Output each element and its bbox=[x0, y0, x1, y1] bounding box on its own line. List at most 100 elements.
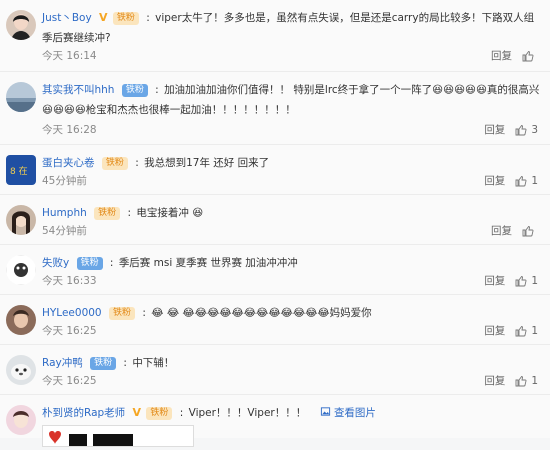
thumb-up-icon bbox=[515, 124, 527, 135]
like-button[interactable]: 1 bbox=[515, 275, 538, 287]
comment-item: Ray冲鸭 铁粉 : 中下辅！ 今天 16:25 回复 1 bbox=[0, 345, 550, 395]
comment-item: HYLee0000 铁粉 : 😂 😂 😂😂😂😂😂😂😂😂😂😂😂😂妈妈爱你 今天 1… bbox=[0, 295, 550, 345]
reply-button[interactable]: 回复 bbox=[484, 323, 505, 338]
comment-text-line: 其实我不叫hhh 铁粉 : 加油加油加油你们值得！！ 特别是lrc终于拿了一个一… bbox=[42, 80, 542, 120]
username-link[interactable]: Humphh bbox=[42, 207, 87, 219]
like-button[interactable] bbox=[522, 50, 538, 62]
comment-time: 今天 16:14 bbox=[42, 50, 97, 62]
comment-text-line: 失败y 铁粉 : 季后赛 msi 夏季赛 世界赛 加油冲冲冲 bbox=[42, 253, 542, 273]
verified-badge-icon: V bbox=[99, 11, 108, 24]
reply-button[interactable]: 回复 bbox=[484, 122, 505, 137]
comment-text-line: Just丶Boy V 铁粉 : viper太牛了！多多也是，虽然有点失误，但是还… bbox=[42, 8, 542, 48]
comment-text: 电宝接着冲 bbox=[136, 207, 189, 219]
like-count: 1 bbox=[531, 324, 538, 337]
fan-badge: 铁粉 bbox=[101, 157, 128, 170]
reply-button[interactable]: 回复 bbox=[484, 273, 505, 288]
comment-actions: 回复 1 bbox=[484, 273, 538, 288]
like-count: 1 bbox=[531, 174, 538, 187]
avatar[interactable] bbox=[6, 305, 36, 335]
reply-button[interactable]: 回复 bbox=[491, 48, 512, 63]
avatar[interactable] bbox=[6, 405, 36, 435]
reply-button[interactable]: 回复 bbox=[491, 223, 512, 238]
username-link[interactable]: 蛋白夹心卷 bbox=[42, 157, 95, 169]
comment-time: 今天 16:25 bbox=[42, 325, 97, 337]
verified-badge-icon: V bbox=[132, 406, 142, 419]
comment-time: 今天 16:33 bbox=[42, 275, 97, 287]
avatar[interactable]: 8 在 bbox=[6, 155, 36, 185]
username-link[interactable]: Just丶Boy bbox=[42, 12, 92, 24]
avatar[interactable] bbox=[6, 10, 36, 40]
colon-separator: : bbox=[109, 257, 114, 269]
like-count: 1 bbox=[531, 374, 538, 387]
comment-text: 加油加油加油你们值得！！ 特别是lrc终于拿了一个一阵了😆😆😆😆😆真的很高兴😆😆… bbox=[42, 84, 540, 116]
comment-time: 45分钟前 bbox=[42, 175, 87, 187]
fan-badge: 铁粉 bbox=[121, 84, 148, 97]
colon-separator: : bbox=[155, 84, 159, 96]
avatar[interactable] bbox=[6, 205, 36, 235]
comment-actions: 回复 1 bbox=[484, 373, 538, 388]
comment-actions: 回复 bbox=[491, 48, 538, 63]
fan-badge: 铁粉 bbox=[94, 207, 121, 220]
comment-item: 8 在 蛋白夹心卷 铁粉 : 我总想到17年 还好 回来了 45分钟前 回复 1 bbox=[0, 145, 550, 195]
like-button[interactable]: 1 bbox=[515, 375, 538, 387]
reply-button[interactable]: 回复 bbox=[484, 173, 505, 188]
view-picture-label: 查看图片 bbox=[333, 407, 376, 419]
like-button[interactable] bbox=[522, 225, 538, 237]
image-preview[interactable] bbox=[42, 425, 194, 447]
username-link[interactable]: HYLee0000 bbox=[42, 307, 102, 319]
comment-content: HYLee0000 铁粉 : 😂 😂 😂😂😂😂😂😂😂😂😂😂😂😂妈妈爱你 bbox=[42, 303, 542, 323]
comment-text: 季后赛 msi 夏季赛 世界赛 加油冲冲冲 bbox=[118, 257, 298, 269]
comment-item: 失败y 铁粉 : 季后赛 msi 夏季赛 世界赛 加油冲冲冲 今天 16:33 … bbox=[0, 245, 550, 295]
thumb-up-icon bbox=[515, 375, 527, 386]
comment-content: 失败y 铁粉 : 季后赛 msi 夏季赛 世界赛 加油冲冲冲 bbox=[42, 253, 542, 273]
comment-content: Just丶Boy V 铁粉 : viper太牛了！多多也是，虽然有点失误，但是还… bbox=[42, 8, 542, 48]
colon-separator: : bbox=[135, 157, 139, 169]
like-count: 1 bbox=[531, 274, 538, 287]
comment-text-line: 朴到贤的Rap老师 V 铁粉 : Viper！！！Viper！！！ 查看图片 bbox=[42, 403, 542, 423]
emoji-icon: 😆 bbox=[192, 207, 204, 219]
colon-separator: : bbox=[146, 12, 150, 24]
thumb-up-icon bbox=[515, 325, 527, 336]
username-link[interactable]: 失败y bbox=[42, 257, 69, 269]
colon-separator: : bbox=[142, 307, 146, 319]
username-link[interactable]: Ray冲鸭 bbox=[42, 357, 83, 369]
avatar[interactable] bbox=[6, 355, 36, 385]
username-link[interactable]: 其实我不叫hhh bbox=[42, 84, 114, 96]
comment-text-line: 蛋白夹心卷 铁粉 : 我总想到17年 还好 回来了 bbox=[42, 153, 542, 173]
avatar[interactable] bbox=[6, 82, 36, 112]
username-link[interactable]: 朴到贤的Rap老师 bbox=[42, 407, 125, 419]
avatar[interactable] bbox=[6, 255, 36, 285]
comment-text: Viper！！！Viper！！！ bbox=[188, 407, 307, 419]
like-button[interactable]: 3 bbox=[515, 124, 538, 136]
reply-button[interactable]: 回复 bbox=[484, 373, 505, 388]
colon-separator: : bbox=[123, 357, 127, 369]
colon-separator: : bbox=[127, 207, 132, 219]
view-picture-link[interactable]: 查看图片 bbox=[320, 407, 376, 419]
comment-time: 今天 16:28 bbox=[42, 124, 97, 136]
fan-badge: 铁粉 bbox=[108, 307, 135, 320]
comment-content: Humphh 铁粉 : 电宝接着冲 😆 bbox=[42, 203, 542, 223]
thumb-up-icon bbox=[515, 275, 527, 286]
fan-badge: 铁粉 bbox=[90, 357, 117, 370]
comment-item: 朴到贤的Rap老师 V 铁粉 : Viper！！！Viper！！！ 查看图片 bbox=[0, 395, 550, 447]
comment-time: 今天 16:25 bbox=[42, 375, 97, 387]
comment-actions: 回复 1 bbox=[484, 173, 538, 188]
comment-text-line: Ray冲鸭 铁粉 : 中下辅！ bbox=[42, 353, 542, 373]
comment-text: 😂 😂 😂😂😂😂😂😂😂😂😂😂😂😂妈妈爱你 bbox=[151, 307, 372, 319]
svg-text:8 在: 8 在 bbox=[10, 165, 28, 177]
comment-content: 朴到贤的Rap老师 V 铁粉 : Viper！！！Viper！！！ 查看图片 bbox=[42, 403, 542, 423]
like-count: 3 bbox=[531, 123, 538, 136]
thumb-up-icon bbox=[515, 175, 527, 186]
comment-list: Just丶Boy V 铁粉 : viper太牛了！多多也是，虽然有点失误，但是还… bbox=[0, 0, 550, 447]
comment-actions: 回复 3 bbox=[484, 122, 538, 137]
thumb-up-icon bbox=[522, 225, 534, 236]
comment-actions: 回复 bbox=[491, 223, 538, 238]
like-button[interactable]: 1 bbox=[515, 175, 538, 187]
colon-separator: : bbox=[179, 407, 184, 419]
fan-badge: 铁粉 bbox=[76, 257, 103, 270]
comment-actions: 回复 1 bbox=[484, 323, 538, 338]
comment-item: 其实我不叫hhh 铁粉 : 加油加油加油你们值得！！ 特别是lrc终于拿了一个一… bbox=[0, 72, 550, 145]
comment-text-line: Humphh 铁粉 : 电宝接着冲 😆 bbox=[42, 203, 542, 223]
image-icon bbox=[320, 407, 330, 416]
like-button[interactable]: 1 bbox=[515, 325, 538, 337]
